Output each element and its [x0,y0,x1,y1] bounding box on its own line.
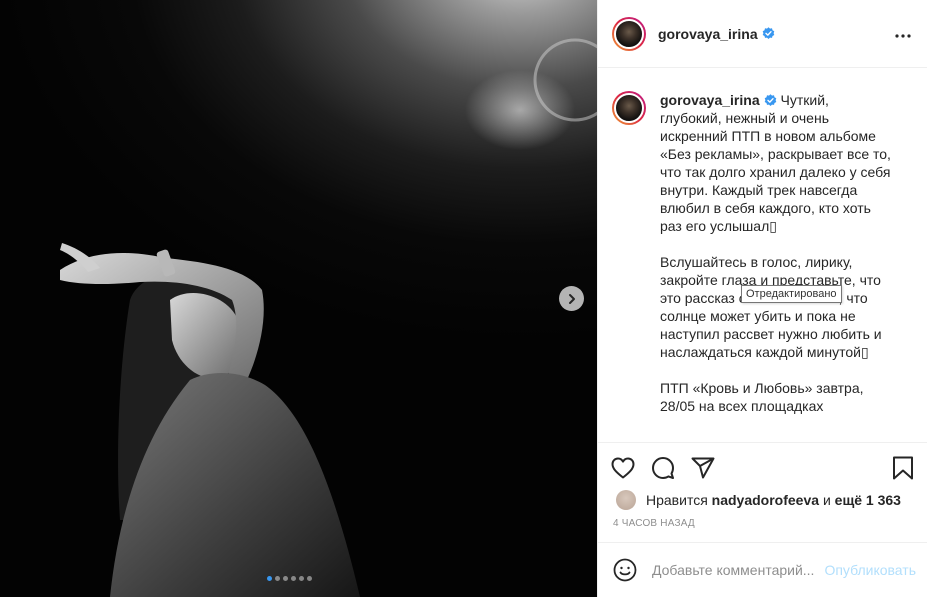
send-icon [691,457,715,479]
more-horizontal-icon [895,33,911,38]
liker-username[interactable]: nadyadorofeeva [712,492,819,508]
likes-prefix: Нравится [646,492,708,508]
carousel-dot [275,576,280,581]
heart-icon [611,457,635,479]
like-button[interactable] [610,455,636,481]
author-username[interactable]: gorovaya_irina [658,26,758,42]
likes-and: и [822,492,831,508]
comments-scroll-area[interactable]: gorovaya_irina Чуткий, глубокий, нежный … [598,69,927,442]
comment-icon [652,457,674,479]
carousel-dot [299,576,304,581]
carousel-dot [307,576,312,581]
caption-author-avatar[interactable] [612,91,646,125]
post-photo[interactable] [0,0,597,597]
comment-form: Опубликовать [598,542,927,597]
carousel-dot [267,576,272,581]
comment-button[interactable] [650,455,676,481]
bookmark-icon [893,456,913,480]
carousel-dot [283,576,288,581]
post-header: gorovaya_irina [598,0,927,68]
more-options-button[interactable] [895,25,911,43]
smile-icon [613,558,637,582]
caption-username[interactable]: gorovaya_irina [660,92,760,108]
post-timestamp[interactable]: 4 часов назад [613,518,916,529]
caption-body: Чуткий, глубокий, нежный и очень искренн… [660,92,891,414]
share-button[interactable] [690,455,716,481]
edited-tooltip: Отредактировано [741,285,842,303]
caption: gorovaya_irina Чуткий, глубокий, нежный … [612,91,912,415]
liker-avatar[interactable] [616,490,636,510]
author-avatar[interactable] [612,16,646,51]
post-actions: Нравится nadyadorofeeva и ещё 1 363 4 ча… [598,442,927,529]
likes-summary: Нравится nadyadorofeeva и ещё 1 363 [610,490,916,510]
carousel-indicator [267,576,312,581]
emoji-button[interactable] [612,557,638,583]
publish-comment-button[interactable]: Опубликовать [824,562,916,578]
caption-text: gorovaya_irina Чуткий, глубокий, нежный … [660,91,892,415]
post-side-panel: gorovaya_irina gorovaya_irina Чуткий, гл… [597,0,927,597]
chevron-right-icon [568,293,575,304]
verified-badge-icon [764,94,777,107]
next-slide-button[interactable] [559,286,584,311]
likes-count[interactable]: ещё 1 363 [835,492,901,508]
comment-input[interactable] [652,562,820,578]
save-button[interactable] [890,455,916,481]
verified-badge-icon [762,27,775,40]
photo-illustration [60,38,597,597]
carousel-dot [291,576,296,581]
